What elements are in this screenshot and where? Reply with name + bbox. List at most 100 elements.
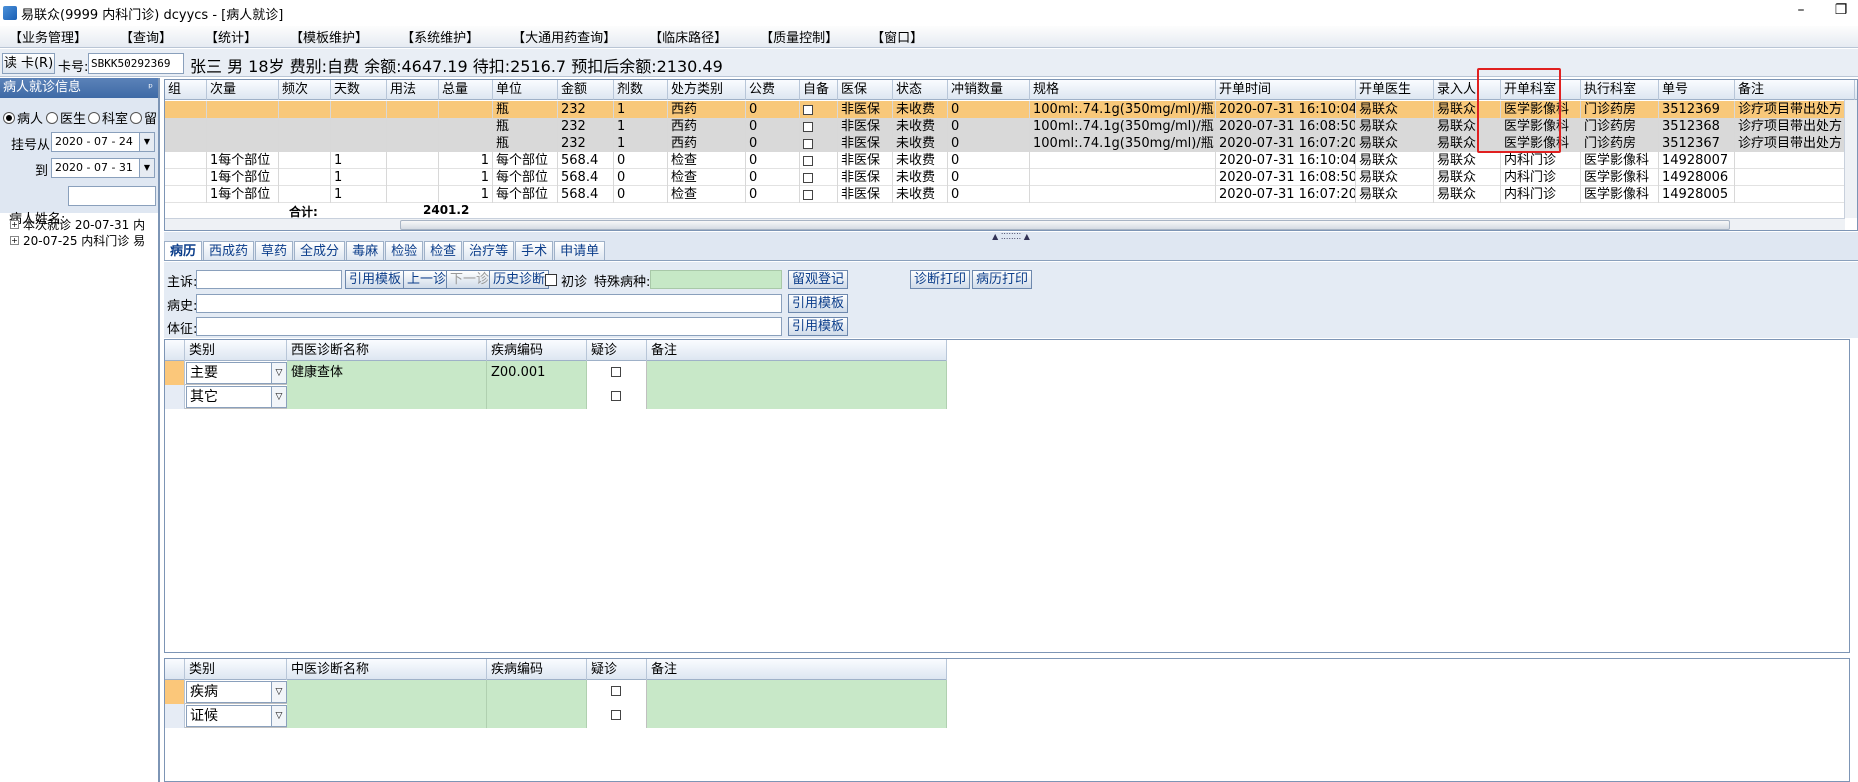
self-checkbox[interactable] xyxy=(803,104,813,115)
diag-code-cell[interactable]: Z00.001 xyxy=(487,361,587,385)
col-status[interactable]: 状态 xyxy=(893,80,948,100)
suspect-checkbox[interactable] xyxy=(611,686,621,696)
tab-exam[interactable]: 检查 xyxy=(424,241,463,260)
reg-to-date[interactable]: 2020 - 07 - 31 ▼ xyxy=(51,158,155,178)
history-template-button[interactable]: 引用模板 xyxy=(788,294,849,313)
dropdown-arrow-icon[interactable]: ▽ xyxy=(271,387,286,407)
self-checkbox[interactable] xyxy=(803,172,813,183)
col-offset-qty[interactable]: 冲销数量 xyxy=(948,80,1030,100)
menu-clinical-path[interactable]: 【临床路径】 xyxy=(640,27,736,46)
col-unit[interactable]: 单位 xyxy=(493,80,558,100)
col-remark[interactable]: 备注 xyxy=(1735,80,1855,100)
menu-drug-query[interactable]: 【大通用药查询】 xyxy=(503,27,625,46)
tree-node[interactable]: +20-07-25 内科门诊 易 xyxy=(0,232,158,248)
tcm-name-cell[interactable] xyxy=(287,704,487,728)
suspect-checkbox[interactable] xyxy=(611,391,621,401)
complaint-input[interactable] xyxy=(196,270,342,289)
self-checkbox[interactable] xyxy=(803,155,813,166)
col-spec[interactable]: 规格 xyxy=(1030,80,1216,100)
col-total[interactable]: 总量 xyxy=(439,80,493,100)
patient-name-input[interactable] xyxy=(68,186,156,206)
tcm-type-select[interactable]: 疾病 ▽ xyxy=(186,681,287,703)
col-freq[interactable]: 频次 xyxy=(279,80,331,100)
suspect-cell[interactable] xyxy=(587,680,647,704)
expand-icon[interactable]: + xyxy=(10,235,19,245)
tcm-name-cell[interactable] xyxy=(287,680,487,704)
restore-button[interactable]: ❐ xyxy=(1826,2,1856,22)
dropdown-arrow-icon[interactable]: ▽ xyxy=(271,363,286,383)
tab-herbal[interactable]: 草药 xyxy=(255,241,294,260)
minimize-button[interactable]: – xyxy=(1786,2,1816,22)
col-rx-type[interactable]: 处方类别 xyxy=(668,80,746,100)
col-insurance[interactable]: 医保 xyxy=(838,80,893,100)
radio-patient[interactable]: 病人 xyxy=(3,108,43,127)
col-dose[interactable]: 次量 xyxy=(207,80,279,100)
first-visit-checkbox[interactable] xyxy=(545,274,557,286)
sign-input[interactable] xyxy=(196,317,782,336)
expand-icon[interactable]: + xyxy=(10,219,19,229)
col-usage[interactable]: 用法 xyxy=(387,80,439,100)
col-exec-dept[interactable]: 执行科室 xyxy=(1581,80,1659,100)
table-row[interactable]: 1每个部位 1 1 每个部位 568.4 0 检查 0 非医保 未收费 0 2020-07-31 16… xyxy=(165,152,1855,169)
horizontal-scrollbar[interactable] xyxy=(165,218,1845,230)
col-public[interactable]: 公费 xyxy=(746,80,800,100)
read-card-button[interactable]: 读 卡(R) xyxy=(2,53,55,74)
diag-note-cell[interactable] xyxy=(647,361,947,385)
tab-surgery[interactable]: 手术 xyxy=(515,241,554,260)
dropdown-arrow-icon[interactable]: ▼ xyxy=(139,133,154,151)
pin-icon[interactable]: ᵖ xyxy=(148,78,153,98)
table-row[interactable]: 1每个部位 1 1 每个部位 568.4 0 检查 0 非医保 未收费 0 2020-07-31 16… xyxy=(165,169,1855,186)
tcm-note-cell[interactable] xyxy=(647,704,947,728)
diagnosis-print-button[interactable]: 诊断打印 xyxy=(910,270,971,289)
diag-name-cell[interactable] xyxy=(287,385,487,409)
suspect-cell[interactable] xyxy=(587,385,647,409)
tab-application[interactable]: 申请单 xyxy=(554,241,606,260)
tab-western-medicine[interactable]: 西成药 xyxy=(203,241,255,260)
template-button[interactable]: 引用模板 xyxy=(345,270,406,289)
menu-window[interactable]: 【窗口】 xyxy=(862,27,932,46)
special-disease-input[interactable] xyxy=(650,270,782,289)
radio-observe[interactable]: 留 xyxy=(130,108,157,127)
dropdown-arrow-icon[interactable]: ▽ xyxy=(271,682,286,702)
col-self[interactable]: 自备 xyxy=(800,80,838,100)
self-checkbox[interactable] xyxy=(803,138,813,149)
radio-dept[interactable]: 科室 xyxy=(88,108,128,127)
col-order-no[interactable]: 单号 xyxy=(1659,80,1735,100)
diag-note-cell[interactable] xyxy=(647,385,947,409)
menu-quality[interactable]: 【质量控制】 xyxy=(751,27,847,46)
col-open-time[interactable]: 开单时间 xyxy=(1216,80,1356,100)
col-days[interactable]: 天数 xyxy=(331,80,387,100)
diag-type-select[interactable]: 其它 ▽ xyxy=(186,386,287,408)
tcm-code-cell[interactable] xyxy=(487,680,587,704)
history-diagnosis-button[interactable]: 历史诊断 xyxy=(489,270,550,289)
dropdown-arrow-icon[interactable]: ▽ xyxy=(271,706,286,726)
menu-query[interactable]: 【查询】 xyxy=(111,27,181,46)
card-number-input[interactable]: SBKK50292369 xyxy=(88,53,184,74)
suspect-cell[interactable] xyxy=(587,704,647,728)
diag-code-cell[interactable] xyxy=(487,385,587,409)
menu-template[interactable]: 【模板维护】 xyxy=(281,27,377,46)
diag-name-cell[interactable]: 健康查体 xyxy=(287,361,487,385)
menu-system[interactable]: 【系统维护】 xyxy=(392,27,488,46)
col-group[interactable]: 组 xyxy=(165,80,207,100)
suspect-cell[interactable] xyxy=(587,361,647,385)
next-visit-button[interactable]: 下一诊 xyxy=(446,270,494,289)
diag-type-select[interactable]: 主要 ▽ xyxy=(186,362,287,384)
suspect-checkbox[interactable] xyxy=(611,710,621,720)
col-amount[interactable]: 金额 xyxy=(558,80,614,100)
radio-doctor[interactable]: 医生 xyxy=(46,108,86,127)
suspect-checkbox[interactable] xyxy=(611,367,621,377)
tcm-note-cell[interactable] xyxy=(647,680,947,704)
tab-medical-record[interactable]: 病历 xyxy=(164,241,203,260)
table-row[interactable]: 瓶 232 1 西药 0 非医保 未收费 0 100ml:.74.1g(350mg/ml)/瓶 2… xyxy=(165,118,1855,135)
vertical-scrollbar[interactable] xyxy=(1844,100,1857,218)
tree-node[interactable]: + 本次就诊 20-07-31 内 xyxy=(0,216,158,232)
menu-stats[interactable]: 【统计】 xyxy=(196,27,266,46)
tab-treatment[interactable]: 治疗等 xyxy=(463,241,515,260)
observe-register-button[interactable]: 留观登记 xyxy=(788,270,849,289)
self-checkbox[interactable] xyxy=(803,121,813,132)
tcm-type-select[interactable]: 证候 ▽ xyxy=(186,705,287,727)
table-row[interactable]: 瓶 232 1 西药 0 非医保 未收费 0 100ml:.74.1g(350mg/ml)/瓶 2… xyxy=(165,101,1855,118)
self-checkbox[interactable] xyxy=(803,189,813,200)
tab-lab[interactable]: 检验 xyxy=(385,241,424,260)
